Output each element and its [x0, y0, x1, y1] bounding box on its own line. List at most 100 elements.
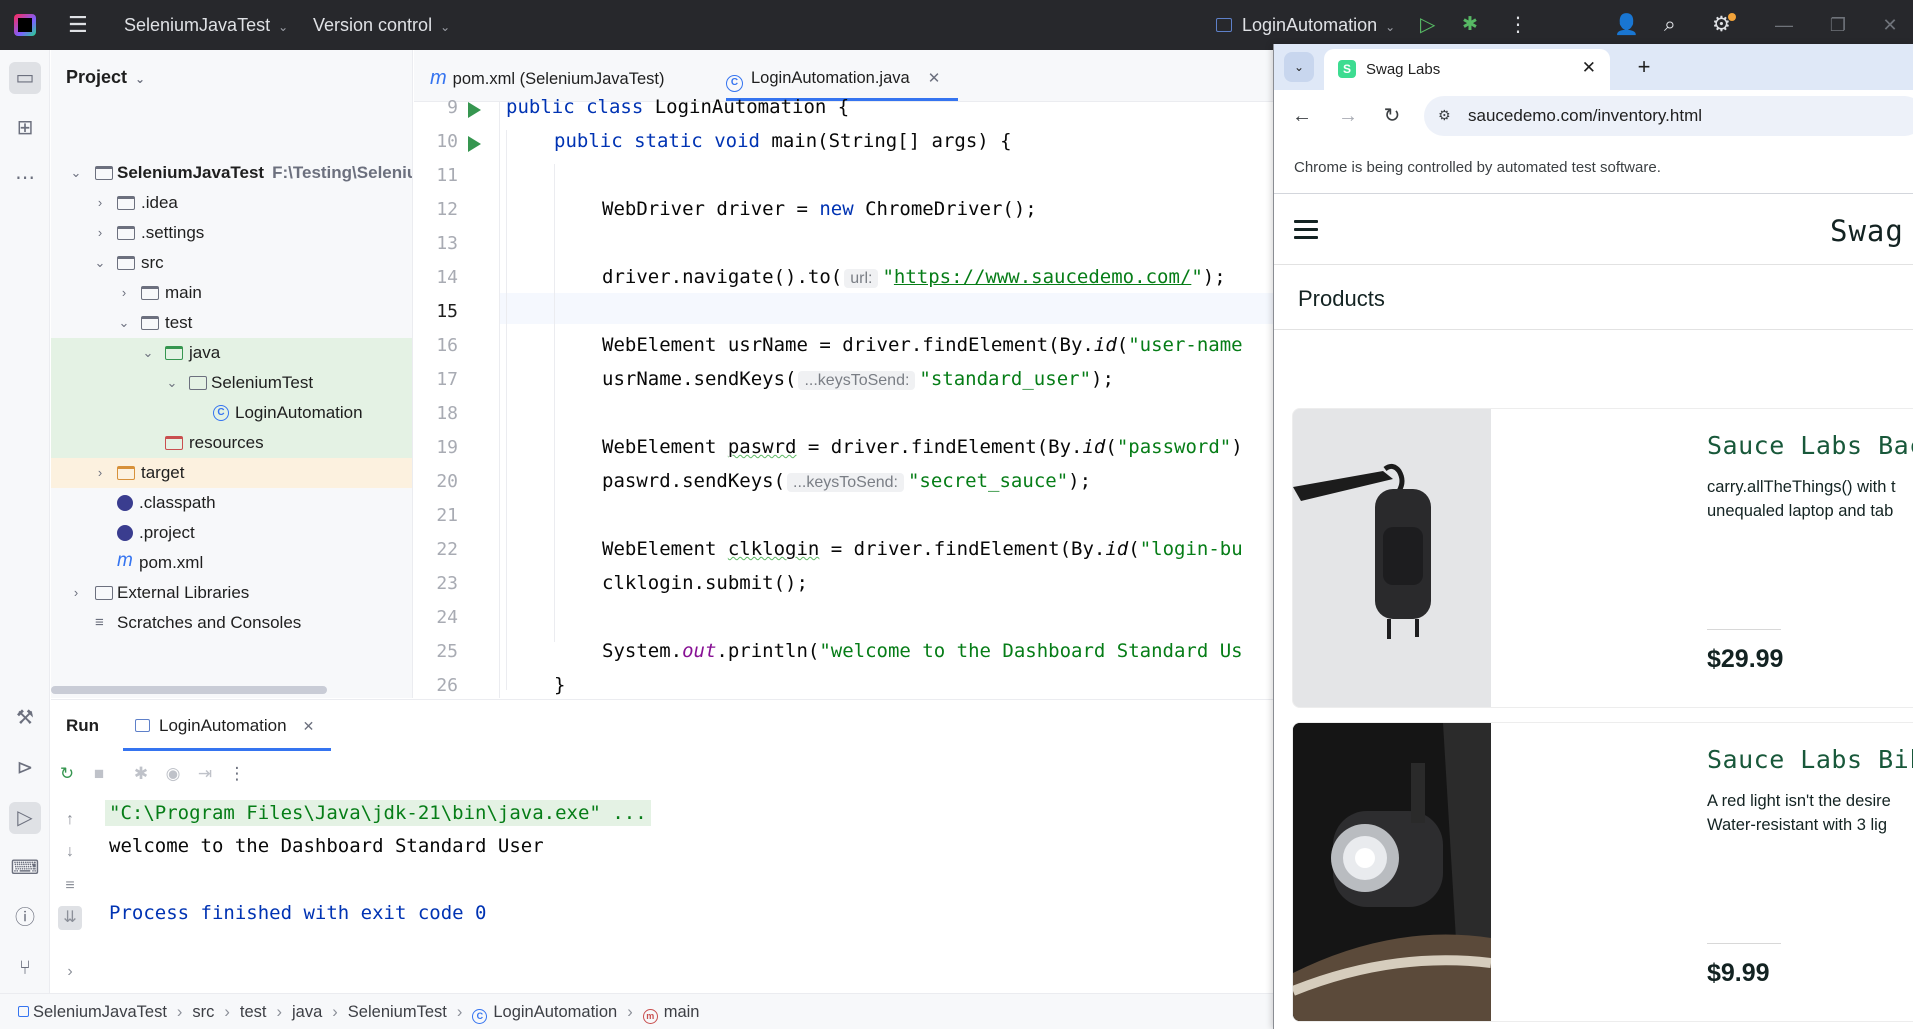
tree-item-loginautomation[interactable]: C LoginAutomation — [51, 398, 412, 428]
expand-arrow-icon[interactable]: ⌄ — [92, 248, 108, 278]
main-menu-icon[interactable]: ☰ — [68, 0, 88, 50]
more-icon[interactable]: ⋮ — [225, 762, 249, 786]
add-user-icon[interactable]: 👤 — [1614, 0, 1639, 50]
more-tools-icon[interactable]: ⋯ — [9, 162, 41, 194]
forward-arrow-icon[interactable]: → — [1334, 102, 1362, 130]
new-tab-button[interactable]: + — [1630, 53, 1658, 81]
restore-button[interactable]: ❐ — [1814, 0, 1862, 50]
settings-icon[interactable]: ⚙ — [1712, 0, 1736, 50]
tree-item-java[interactable]: ⌄ java — [51, 338, 412, 368]
code-line-23[interactable]: clklogin.submit(); — [602, 572, 808, 594]
run-tab-loginautomation[interactable]: LoginAutomation ✕ — [135, 700, 314, 752]
structure-icon[interactable]: ⊞ — [9, 112, 41, 144]
expand-arrow-icon[interactable]: ⌄ — [116, 308, 132, 338]
tree-item-settings[interactable]: › .settings — [51, 218, 412, 248]
expand-arrow-icon[interactable]: › — [68, 578, 84, 608]
code-line-26[interactable]: } — [554, 674, 565, 696]
tab-pom-xml[interactable]: m pom.xml (SeleniumJavaTest) — [430, 50, 665, 102]
code-line-22[interactable]: WebElement clklogin = driver.findElement… — [602, 538, 1243, 560]
run-tool-icon[interactable]: ▷ — [9, 802, 41, 834]
soft-wrap-icon[interactable]: ≡ — [58, 874, 82, 898]
minimize-button[interactable]: — — [1760, 0, 1808, 50]
close-tab-icon[interactable]: ✕ — [928, 70, 941, 87]
scroll-down-icon[interactable]: ↓ — [58, 840, 82, 864]
breadcrumb-item[interactable]: java — [292, 1003, 322, 1021]
run-button[interactable]: ▷ — [1420, 0, 1435, 50]
project-tool-folder-icon[interactable]: ▭ — [9, 62, 41, 94]
tree-item-external-libraries[interactable]: › External Libraries — [51, 578, 412, 608]
run-main-gutter-icon[interactable] — [468, 136, 481, 152]
expand-arrow-icon[interactable]: › — [92, 458, 108, 488]
breadcrumb-item[interactable]: src — [192, 1003, 214, 1021]
tree-item-main[interactable]: › main — [51, 278, 412, 308]
tree-item-root[interactable]: ⌄ SeleniumJavaTest F:\Testing\Selenium — [51, 158, 412, 188]
search-icon[interactable]: ⌕ — [1664, 0, 1676, 50]
code-line-20[interactable]: paswrd.sendKeys(...keysToSend: "secret_sa… — [602, 470, 1091, 492]
expand-arrow-icon[interactable]: ⌄ — [68, 158, 84, 188]
code-line-9[interactable]: public class LoginAutomation { — [506, 96, 849, 118]
code-line-17[interactable]: usrName.sendKeys(...keysToSend: "standard… — [602, 368, 1114, 390]
tree-item-scratches[interactable]: ≡ Scratches and Consoles — [51, 608, 412, 638]
vcs-menu[interactable]: Version control ⌄ — [313, 0, 450, 50]
code-line-16[interactable]: WebElement usrName = driver.findElement(… — [602, 334, 1243, 356]
ide-logo[interactable] — [14, 14, 36, 36]
scroll-to-end-icon[interactable]: ⇊ — [58, 906, 82, 930]
expand-arrow-icon[interactable]: ⌄ — [140, 338, 156, 368]
reload-icon[interactable]: ↻ — [1378, 102, 1406, 130]
site-info-icon[interactable]: ⚙ — [1438, 107, 1451, 124]
problems-icon[interactable]: ⓘ — [9, 902, 41, 934]
address-bar[interactable]: ⚙ saucedemo.com/inventory.html — [1424, 96, 1913, 136]
breadcrumb-item[interactable]: SeleniumTest — [348, 1003, 447, 1021]
more-actions-icon[interactable]: ⋮ — [1508, 0, 1528, 50]
camera-icon[interactable]: ◉ — [161, 762, 185, 786]
url-link[interactable]: https://www.saucedemo.com/ — [894, 266, 1191, 288]
expand-icon[interactable]: › — [58, 960, 82, 984]
tree-item-pom[interactable]: m pom.xml — [51, 548, 412, 578]
code-line-25[interactable]: System.out.println("welcome to the Dashb… — [602, 640, 1243, 662]
project-switcher[interactable]: SeleniumJavaTest ⌄ — [124, 0, 288, 50]
expand-arrow-icon[interactable]: › — [116, 278, 132, 308]
expand-arrow-icon[interactable]: ⌄ — [164, 368, 180, 398]
breadcrumb-item[interactable]: main — [664, 1003, 700, 1021]
back-arrow-icon[interactable]: ← — [1288, 102, 1316, 130]
backpack-product-image[interactable] — [1293, 409, 1491, 707]
close-tab-icon[interactable]: ✕ — [303, 718, 315, 734]
code-line-19[interactable]: WebElement paswrd = driver.findElement(B… — [602, 436, 1243, 458]
tree-item-resources[interactable]: resources — [51, 428, 412, 458]
expand-arrow-icon[interactable]: › — [92, 218, 108, 248]
tree-item-target[interactable]: › target — [51, 458, 412, 488]
tree-item-seleniumtest-package[interactable]: ⌄ SeleniumTest — [51, 368, 412, 398]
tab-search-chevron-icon[interactable]: ⌄ — [1284, 52, 1314, 82]
terminal-icon[interactable]: ⌨ — [9, 852, 41, 884]
services-icon[interactable]: ⊳ — [9, 752, 41, 784]
tree-item-test[interactable]: ⌄ test — [51, 308, 412, 338]
code-line-12[interactable]: WebDriver driver = new ChromeDriver(); — [602, 198, 1037, 220]
rerun-icon[interactable]: ↻ — [55, 762, 79, 786]
run-class-gutter-icon[interactable] — [468, 102, 481, 118]
project-panel-header[interactable]: Project ⌄ — [66, 67, 145, 88]
expand-arrow-icon[interactable]: › — [92, 188, 108, 218]
scroll-up-icon[interactable]: ↑ — [58, 808, 82, 832]
product-name-link[interactable]: Sauce Labs Bac — [1707, 431, 1913, 460]
debug-rerun-icon[interactable]: ✱ — [129, 762, 153, 786]
run-config-selector[interactable]: LoginAutomation ⌄ — [1216, 0, 1395, 50]
product-name-link[interactable]: Sauce Labs Bik — [1707, 745, 1913, 774]
code-line-14[interactable]: driver.navigate().to(url: "https://www.sa… — [602, 266, 1226, 288]
tree-item-project-file[interactable]: .project — [51, 518, 412, 548]
project-horizontal-scrollbar[interactable] — [51, 686, 327, 694]
tab-loginautomation-java[interactable]: C LoginAutomation.java ✕ — [726, 50, 940, 102]
breadcrumb-item[interactable]: SeleniumJavaTest — [33, 1003, 167, 1021]
close-tab-icon[interactable]: ✕ — [1582, 58, 1596, 78]
close-window-button[interactable]: ✕ — [1866, 0, 1913, 50]
git-icon[interactable]: ⑂ — [9, 952, 41, 984]
stop-icon[interactable]: ■ — [87, 762, 111, 786]
tree-item-src[interactable]: ⌄ src — [51, 248, 412, 278]
tree-item-classpath[interactable]: .classpath — [51, 488, 412, 518]
breadcrumb-item[interactable]: test — [240, 1003, 267, 1021]
exit-icon[interactable]: ⇥ — [193, 762, 217, 786]
browser-tab-swag-labs[interactable]: S Swag Labs ✕ — [1324, 49, 1610, 90]
hamburger-menu-icon[interactable] — [1294, 220, 1318, 240]
tree-item-idea[interactable]: › .idea — [51, 188, 412, 218]
code-line-10[interactable]: public static void main(String[] args) { — [554, 130, 1012, 152]
bike-light-product-image[interactable] — [1293, 723, 1491, 1021]
